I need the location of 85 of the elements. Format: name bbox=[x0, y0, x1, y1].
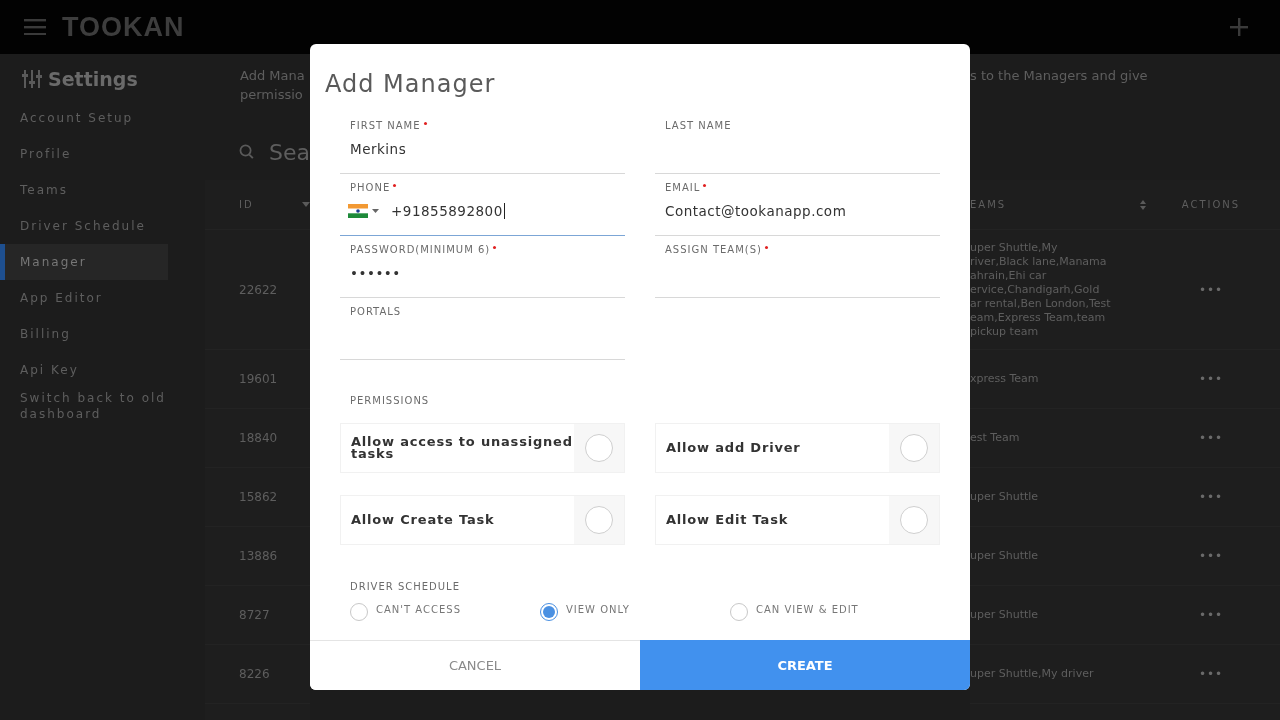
table-cell-text: uper Shuttle,My driver bbox=[970, 667, 1095, 681]
app-logo[interactable]: TOOKAN bbox=[62, 11, 185, 43]
sidebar-item[interactable]: Teams bbox=[0, 172, 168, 208]
sidebar-item[interactable]: Profile bbox=[0, 136, 168, 172]
permission-toggle[interactable]: Allow Create Task bbox=[340, 495, 625, 545]
field-label: LAST NAME bbox=[665, 120, 732, 131]
sliders-icon[interactable] bbox=[22, 70, 42, 88]
text-field[interactable]: EMAIL Contact@tookanapp.com bbox=[655, 174, 940, 236]
text-field[interactable]: PORTALS bbox=[340, 298, 625, 360]
sort-caret-icon[interactable] bbox=[301, 202, 310, 207]
text-field[interactable]: LAST NAME bbox=[655, 112, 940, 174]
column-header[interactable]: EAMS bbox=[970, 199, 1140, 210]
table-cell-text: est Team bbox=[970, 431, 1021, 445]
more-actions-button[interactable]: ••• bbox=[1176, 608, 1246, 622]
permission-toggle[interactable]: Allow add Driver bbox=[655, 423, 940, 473]
table-cell: 22622 bbox=[239, 282, 278, 297]
permission-label: Allow Create Task bbox=[350, 514, 496, 526]
field-label: PASSWORD(MINIMUM 6) bbox=[350, 244, 491, 255]
field-value: Contact@tookanapp.com bbox=[665, 203, 847, 219]
sidebar-item[interactable]: Manager bbox=[0, 244, 168, 280]
checkbox[interactable] bbox=[585, 506, 613, 534]
create-button[interactable]: CREATE bbox=[640, 640, 970, 690]
checkbox[interactable] bbox=[585, 434, 613, 462]
section-label: DRIVER SCHEDULE bbox=[349, 581, 461, 594]
intro-text: Add Mana bbox=[240, 67, 306, 85]
checkbox[interactable] bbox=[900, 506, 928, 534]
permission-label: Allow access to unassigned tasks bbox=[350, 436, 574, 460]
radio-label: CAN'T ACCESS bbox=[376, 603, 461, 615]
sidebar-item[interactable]: Driver Schedule bbox=[0, 208, 168, 244]
field-label: PHONE bbox=[350, 182, 391, 193]
search-field[interactable]: Sea bbox=[269, 139, 310, 165]
section-label: PERMISSIONS bbox=[349, 395, 431, 408]
field-label: EMAIL bbox=[665, 182, 701, 193]
table-cell-text: xpress Team bbox=[970, 372, 1040, 386]
table-cell-text: uper Shuttle bbox=[970, 549, 1040, 563]
cancel-button[interactable]: CANCEL bbox=[310, 640, 640, 690]
table-cell: 8727 bbox=[239, 608, 270, 622]
table-cell-text: uper Shuttle,My river,Black lane,Manama ahrain,Ehi car ervice,Chandigarh,Gold ar rental,Ben London,Test eam,Express Team,team pickup team bbox=[970, 240, 1112, 339]
more-actions-button[interactable]: ••• bbox=[1176, 372, 1246, 386]
table-cell-text: uper Shuttle bbox=[970, 608, 1040, 622]
radio-label: CAN VIEW & EDIT bbox=[756, 603, 859, 615]
column-header[interactable]: ACTIONS bbox=[1176, 199, 1246, 210]
flag-icon[interactable] bbox=[348, 204, 368, 218]
permission-toggle[interactable]: Allow access to unassigned tasks bbox=[340, 423, 625, 473]
text-field[interactable]: PHONE +91855892800 bbox=[340, 174, 625, 236]
plus-icon[interactable] bbox=[1230, 18, 1248, 36]
sidebar-item[interactable]: App Editor bbox=[0, 280, 168, 316]
intro-text: permissio bbox=[240, 86, 304, 104]
sidebar-title: Settings bbox=[48, 68, 138, 90]
menu-icon[interactable] bbox=[24, 19, 46, 35]
table-cell-text: uper Shuttle bbox=[970, 490, 1040, 504]
intro-text: s to the Managers and give bbox=[970, 67, 1149, 85]
table-cell: 15862 bbox=[239, 490, 278, 504]
table-cell: 18840 bbox=[239, 431, 278, 445]
text-field[interactable]: FIRST NAME Merkins bbox=[340, 112, 625, 174]
permission-label: Allow add Driver bbox=[665, 442, 802, 454]
table-cell: 13886 bbox=[239, 549, 278, 563]
sidebar-item[interactable]: Billing bbox=[0, 316, 168, 352]
field-label: ASSIGN TEAM(S) bbox=[665, 244, 762, 255]
radio-label: VIEW ONLY bbox=[566, 603, 630, 615]
checkbox[interactable] bbox=[900, 434, 928, 462]
field-value: +91855892800 bbox=[391, 203, 503, 219]
table-cell: 8226 bbox=[239, 667, 270, 681]
field-value: •••••• bbox=[350, 265, 401, 281]
more-actions-button[interactable]: ••• bbox=[1176, 549, 1246, 563]
field-value: Merkins bbox=[350, 141, 407, 157]
column-header[interactable]: ID bbox=[239, 199, 254, 210]
more-actions-button[interactable]: ••• bbox=[1176, 490, 1246, 504]
field-label: FIRST NAME bbox=[350, 120, 421, 131]
more-actions-button[interactable]: ••• bbox=[1176, 667, 1246, 681]
field-label: PORTALS bbox=[350, 306, 402, 317]
dropdown-caret-icon[interactable] bbox=[372, 209, 379, 213]
text-field[interactable]: ASSIGN TEAM(S) bbox=[655, 236, 940, 298]
permission-label: Allow Edit Task bbox=[665, 514, 790, 526]
text-cursor bbox=[503, 203, 505, 219]
sidebar-item[interactable]: Account Setup bbox=[0, 100, 168, 136]
sidebar-item[interactable]: Api Key bbox=[0, 352, 168, 388]
table-cell: 19601 bbox=[239, 372, 278, 386]
more-actions-button[interactable]: ••• bbox=[1176, 282, 1246, 297]
permission-toggle[interactable]: Allow Edit Task bbox=[655, 495, 940, 545]
sort-icon[interactable] bbox=[1140, 199, 1146, 210]
text-field[interactable]: PASSWORD(MINIMUM 6) •••••• bbox=[340, 236, 625, 298]
sidebar-item[interactable]: Switch back to old dashboard bbox=[0, 388, 168, 424]
more-actions-button[interactable]: ••• bbox=[1176, 431, 1246, 445]
dialog-title: Add Manager bbox=[324, 69, 497, 100]
